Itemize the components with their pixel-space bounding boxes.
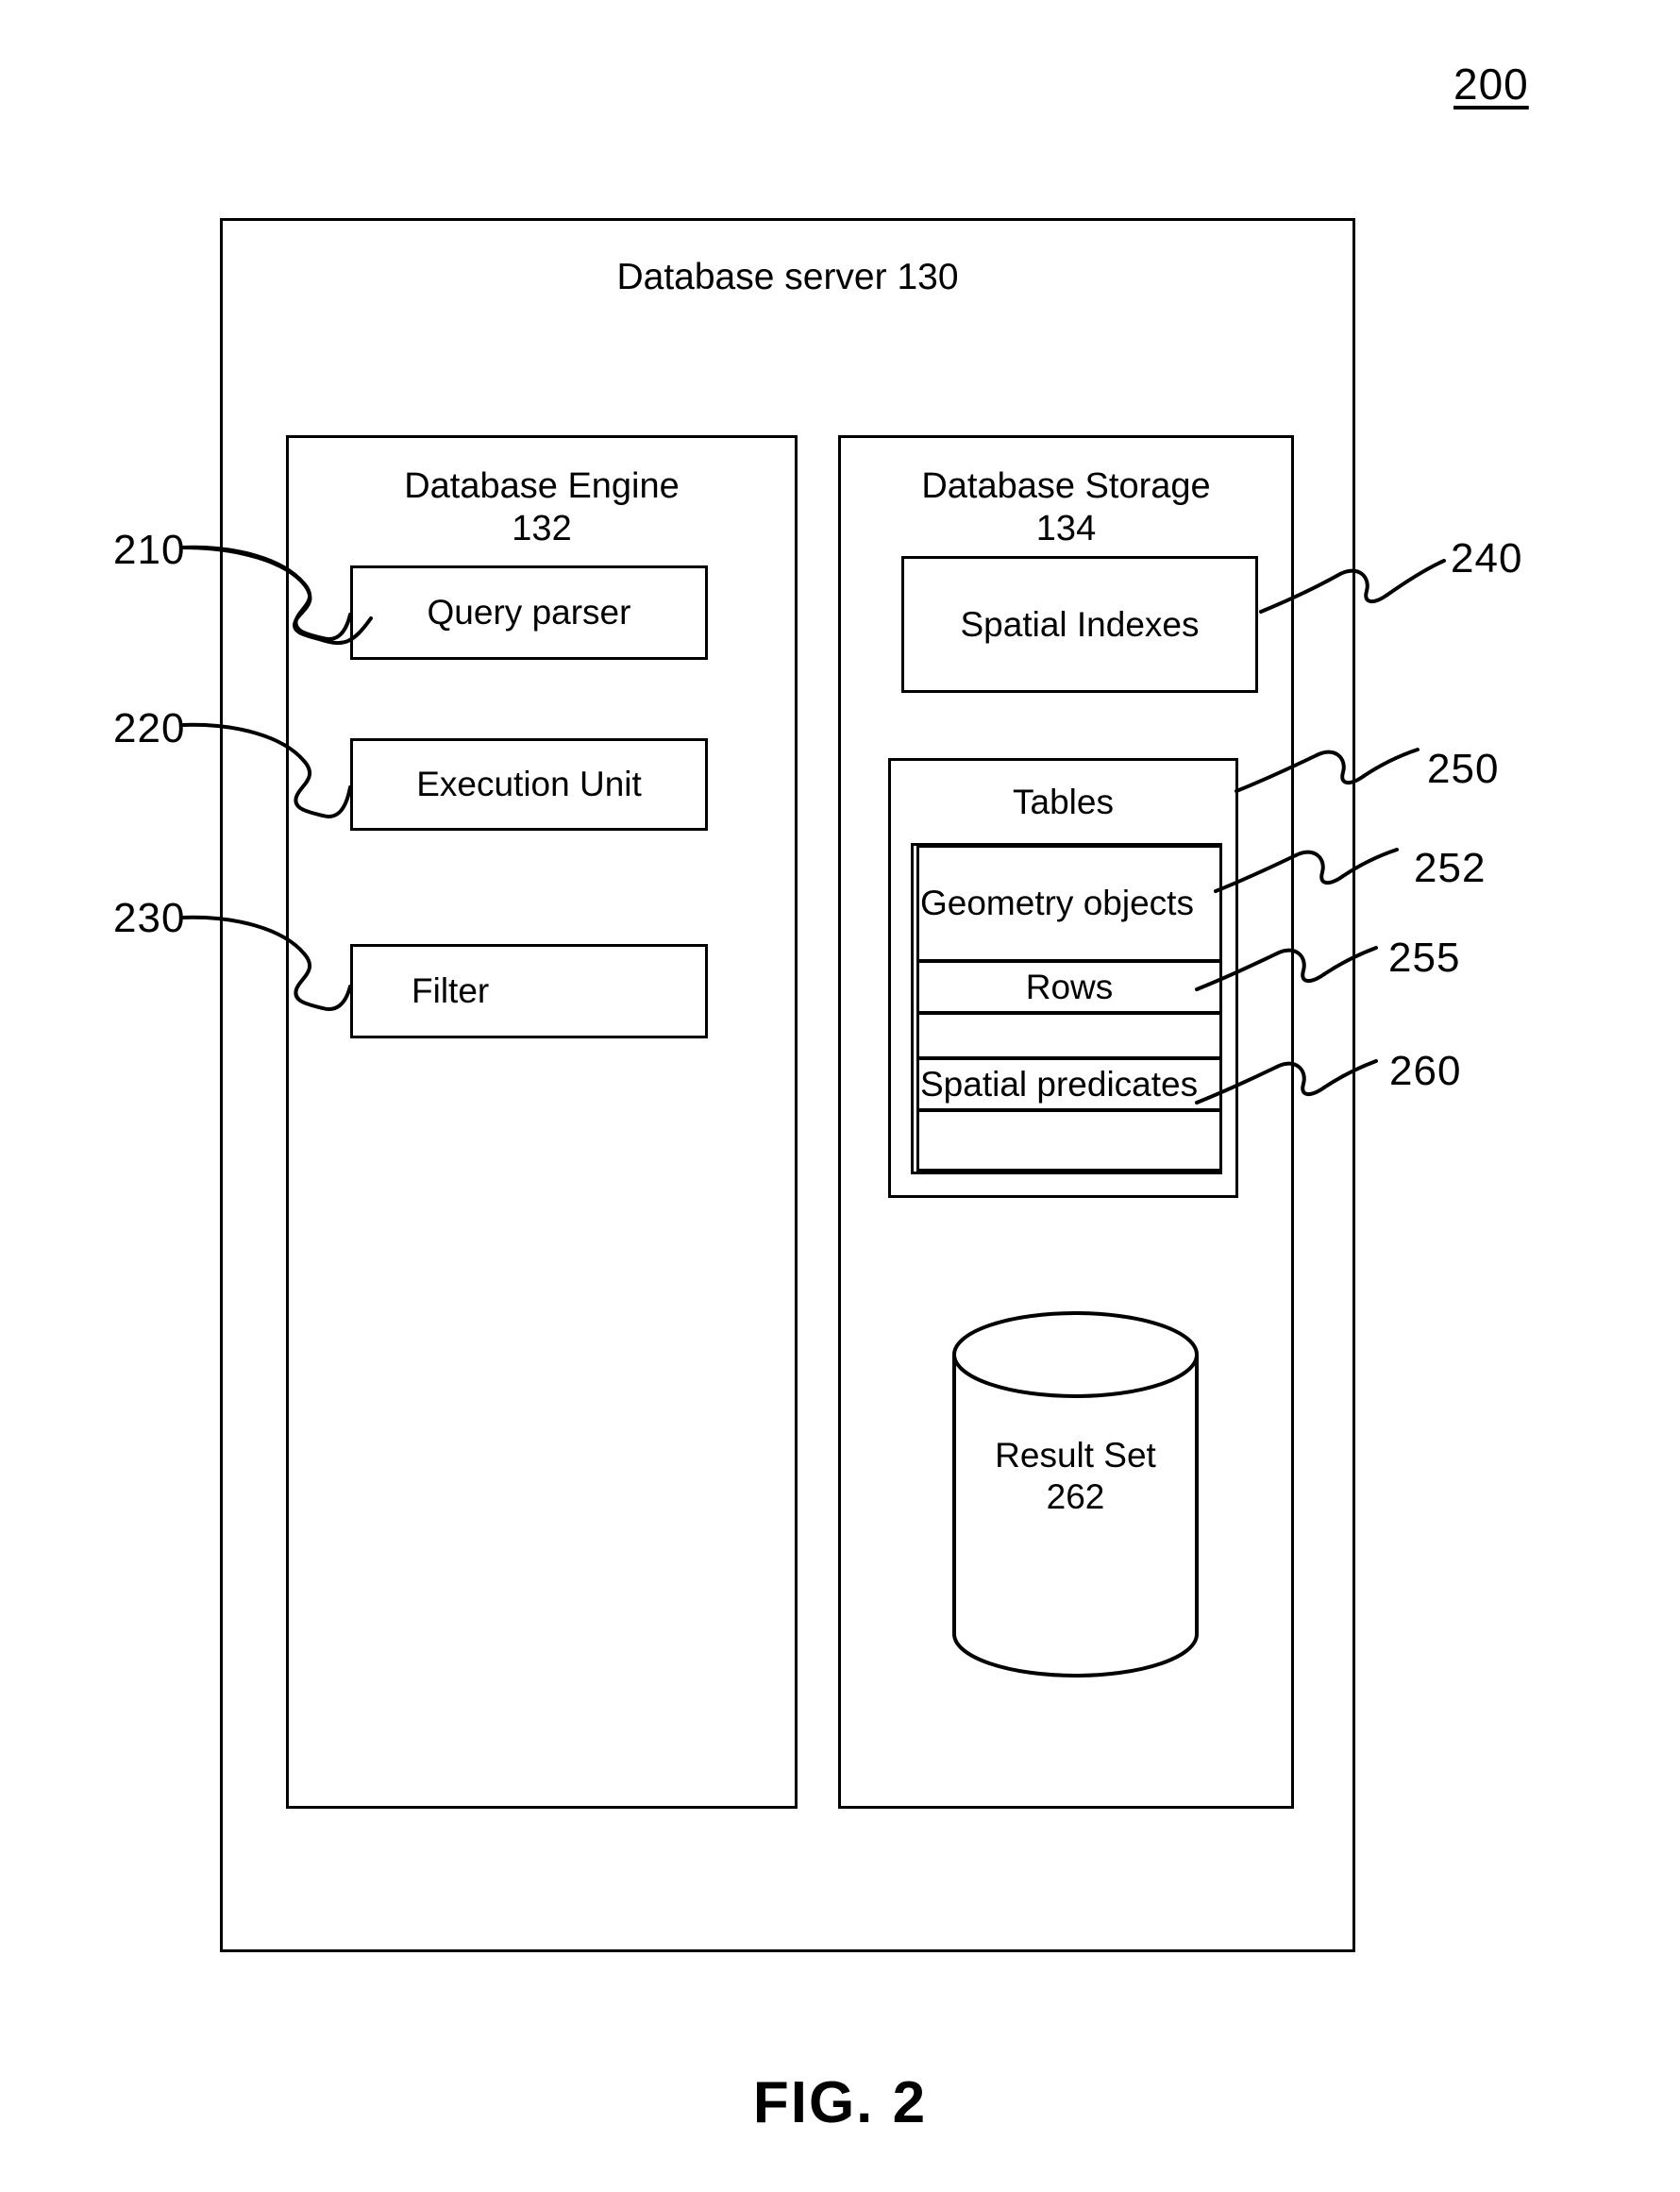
figure-caption: FIG. 2 <box>752 2070 928 2135</box>
reference-numeral-252: 252 <box>1414 845 1487 891</box>
reference-numeral-260: 260 <box>1389 1048 1462 1094</box>
result-set-cylinder: Result Set 262 <box>951 1310 1200 1678</box>
blank-band-1 <box>916 1012 1222 1059</box>
rows-band: Rows <box>916 960 1222 1014</box>
query-parser-box: Query parser <box>350 565 708 660</box>
tables-box: Tables Geometry objects Rows Spatial pre… <box>888 758 1238 1198</box>
result-set-label: Result Set 262 <box>995 1436 1156 1517</box>
rows-label: Rows <box>1025 967 1114 1006</box>
figure-reference-number: 200 <box>1453 59 1529 109</box>
execution-unit-label: Execution Unit <box>416 765 642 803</box>
reference-numeral-255: 255 <box>1388 935 1461 981</box>
tables-inner-container: Geometry objects Rows Spatial predicates <box>911 843 1222 1174</box>
database-server-title: Database server 130 <box>616 257 959 297</box>
database-storage-title: Database Storage 134 <box>921 466 1211 548</box>
reference-numeral-230: 230 <box>113 895 186 941</box>
geometry-objects-band: Geometry objects <box>916 845 1222 962</box>
database-engine-title: Database Engine 132 <box>404 466 680 548</box>
spatial-predicates-label: Spatial predicates <box>920 1064 1199 1104</box>
reference-numeral-250: 250 <box>1427 746 1500 792</box>
query-parser-label: Query parser <box>427 593 631 632</box>
blank-band-2 <box>916 1109 1222 1172</box>
leader-250-head <box>1362 748 1420 778</box>
filter-label: Filter <box>412 971 490 1010</box>
reference-numeral-220: 220 <box>113 705 186 751</box>
spatial-indexes-box: Spatial Indexes <box>901 556 1258 693</box>
reference-numeral-240: 240 <box>1451 535 1523 582</box>
spatial-indexes-label: Spatial Indexes <box>960 604 1200 644</box>
geometry-objects-label: Geometry objects <box>920 884 1194 922</box>
execution-unit-box: Execution Unit <box>350 738 708 831</box>
tables-label: Tables <box>1013 783 1114 821</box>
spatial-predicates-band: Spatial predicates <box>916 1057 1222 1111</box>
figure-page: 200 Database server 130 Database Engine … <box>0 0 1680 2192</box>
filter-box: Filter <box>350 944 708 1038</box>
leader-240-head <box>1386 559 1446 597</box>
reference-numeral-210: 210 <box>113 527 186 573</box>
